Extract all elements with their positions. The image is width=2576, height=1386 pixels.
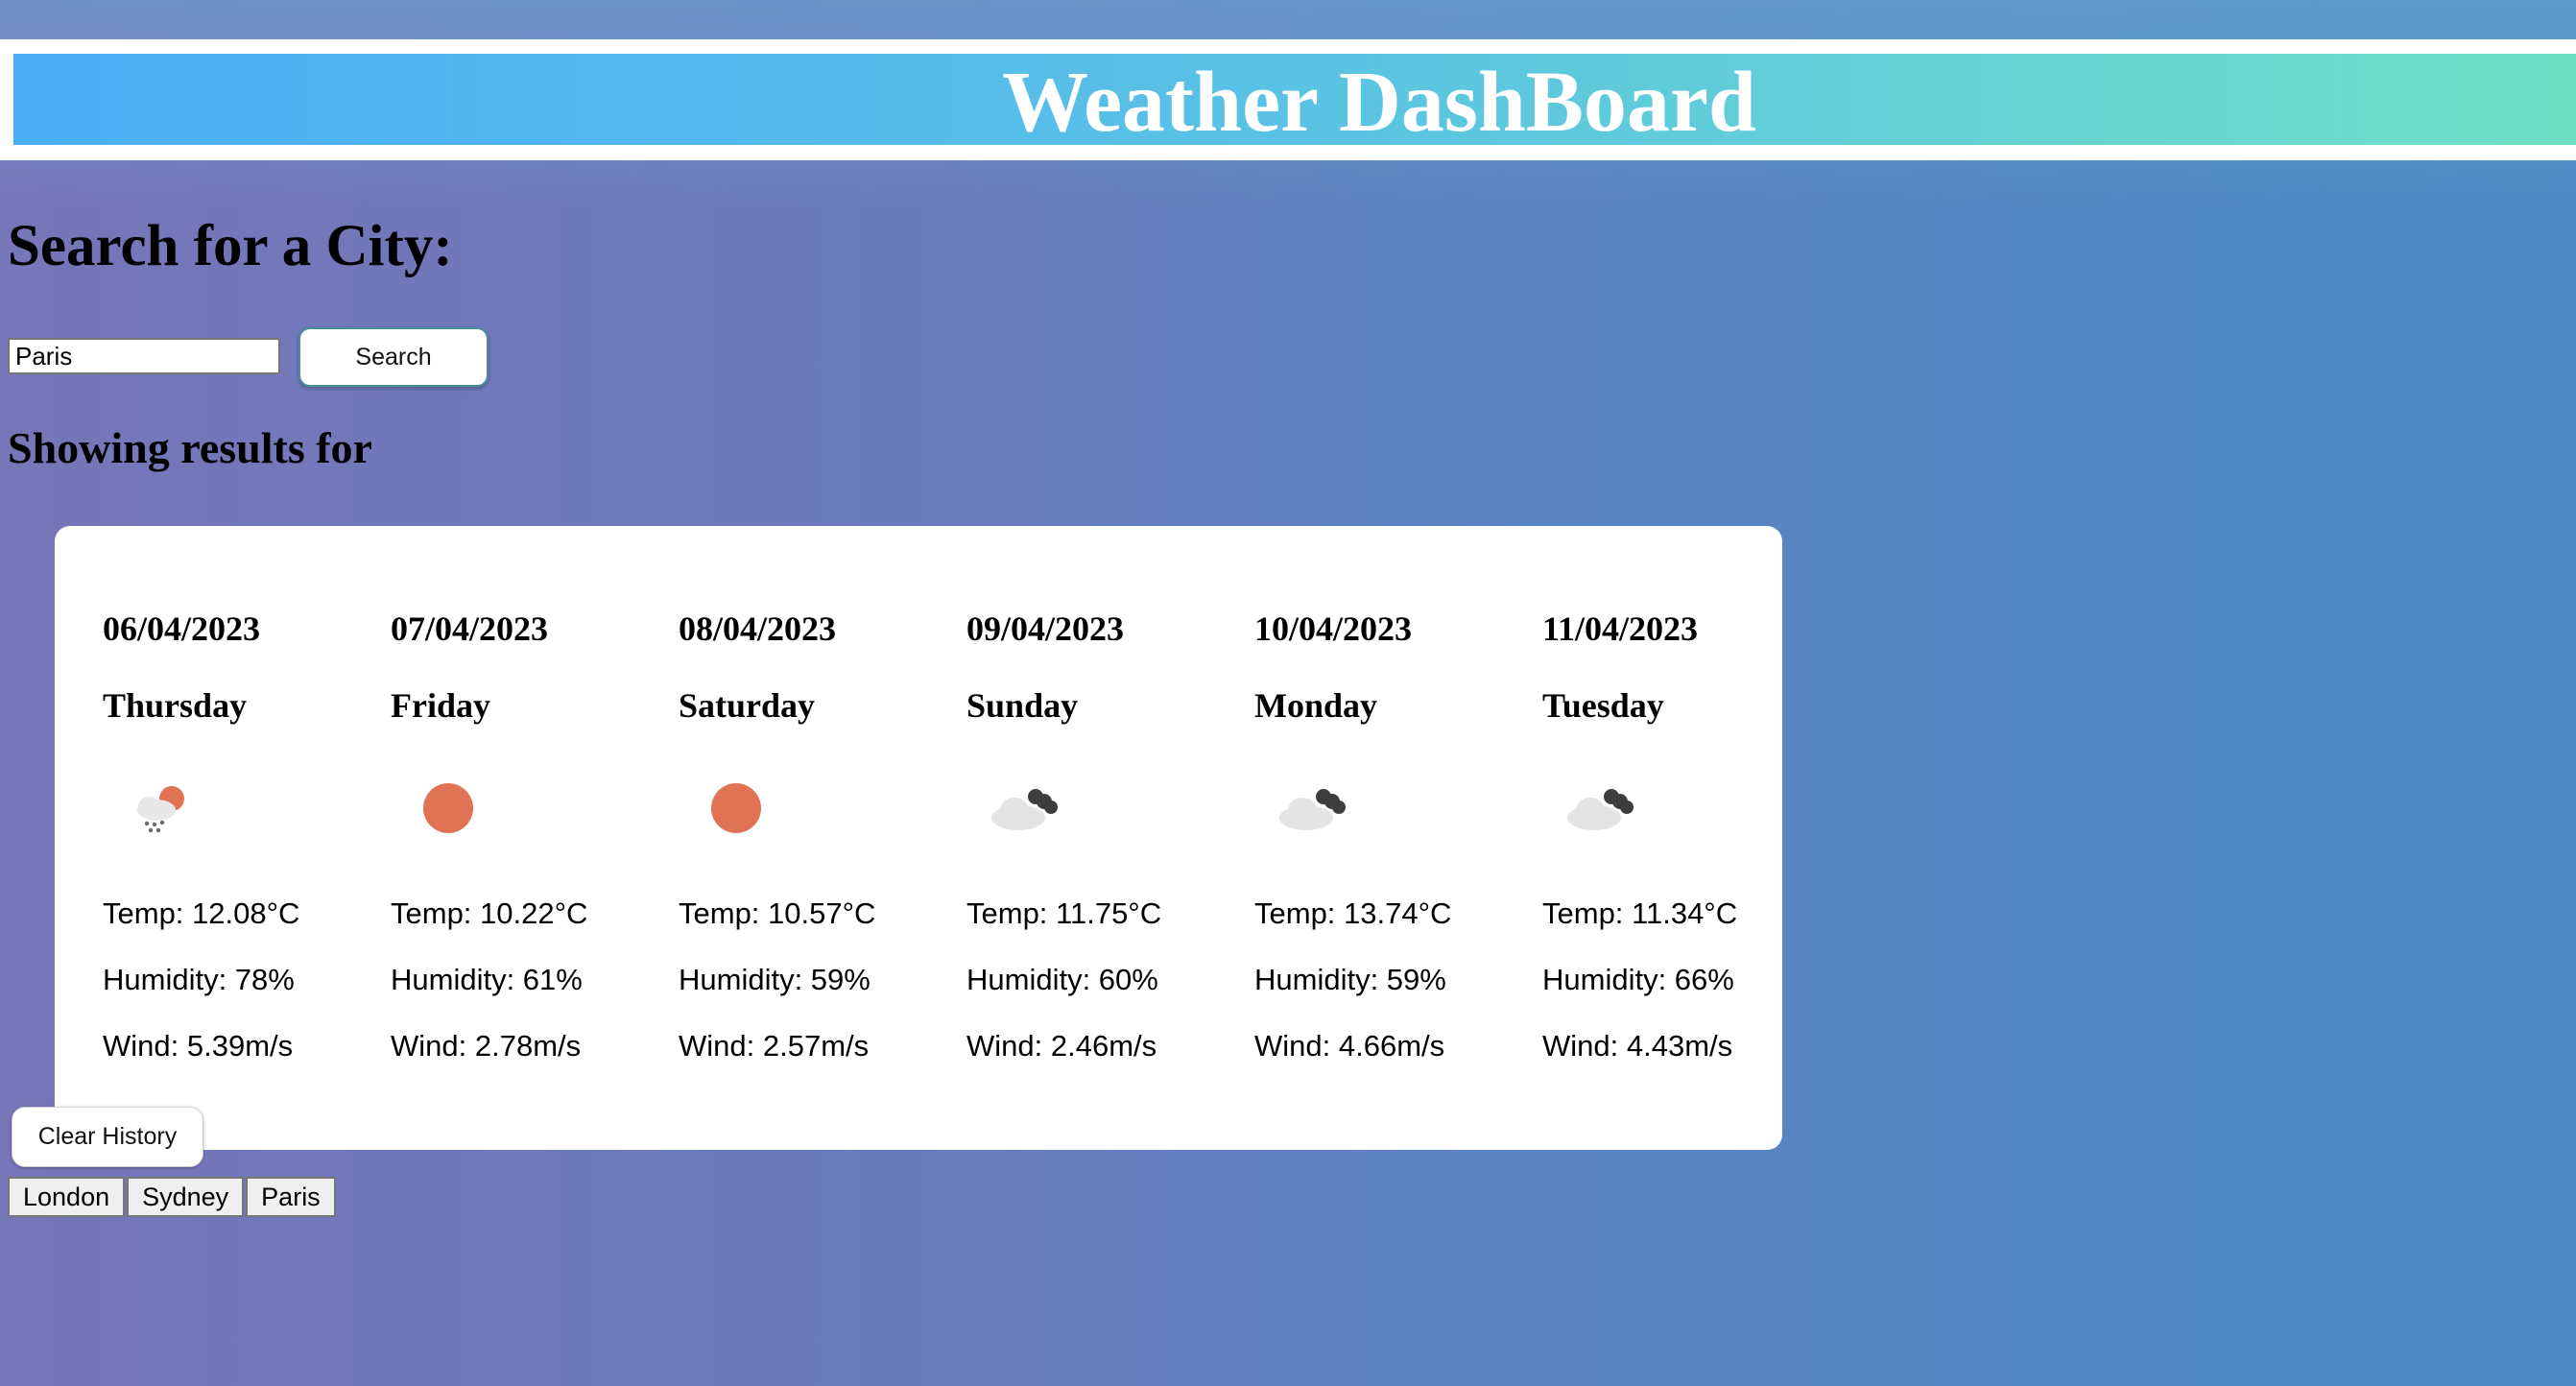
forecast-day: 11/04/2023 Tuesday Temp: 11.34°C Humidit…	[1542, 526, 1830, 1150]
rain-cloud-sun-icon	[137, 786, 184, 833]
forecast-wind: Wind: 4.66m/s	[1254, 1029, 1445, 1063]
forecast-humidity: Humidity: 61%	[391, 963, 583, 996]
forecast-humidity: Humidity: 78%	[103, 963, 295, 996]
forecast-day: 09/04/2023 Sunday Temp: 11.75°C Humidity…	[966, 526, 1254, 1150]
forecast-wind: Wind: 4.43m/s	[1542, 1029, 1733, 1063]
forecast-humidity: Humidity: 66%	[1542, 963, 1734, 996]
forecast-day: 06/04/2023 Thursday Temp: 12.08°C Humidi…	[103, 526, 391, 1150]
forecast-day: 07/04/2023 Friday Temp: 10.22°C Humidity…	[391, 526, 679, 1150]
history-city-button[interactable]: Paris	[246, 1177, 336, 1217]
forecast-wind: Wind: 2.78m/s	[391, 1029, 582, 1063]
forecast-temp: Temp: 12.08°C	[103, 896, 300, 930]
forecast-date: 06/04/2023	[103, 609, 261, 648]
forecast-wind: Wind: 2.57m/s	[679, 1029, 870, 1063]
broken-clouds-icon	[1567, 789, 1634, 830]
page-title: Weather DashBoard	[1002, 55, 1756, 150]
city-search-input[interactable]	[8, 338, 280, 374]
sun-icon	[711, 783, 761, 833]
forecast-day-name: Monday	[1254, 686, 1378, 725]
forecast-day-name: Thursday	[103, 686, 248, 725]
history-city-button[interactable]: London	[8, 1177, 126, 1217]
broken-clouds-icon	[1279, 789, 1346, 830]
results-heading: Showing results for	[8, 423, 372, 472]
forecast-day-name: Tuesday	[1542, 686, 1664, 725]
forecast-card: 06/04/2023 Thursday Temp: 12.08°C Humidi…	[55, 526, 1782, 1150]
forecast-date: 11/04/2023	[1542, 609, 1699, 648]
header-banner: Weather DashBoard	[13, 54, 2576, 148]
forecast-day-name: Friday	[391, 686, 490, 725]
forecast-temp: Temp: 11.75°C	[966, 896, 1162, 930]
forecast-temp: Temp: 10.22°C	[391, 896, 588, 930]
forecast-date: 08/04/2023	[679, 609, 837, 648]
forecast-day: 10/04/2023 Monday Temp: 13.74°C Humidity…	[1254, 526, 1542, 1150]
history-city-button[interactable]: Sydney	[127, 1177, 245, 1217]
sun-icon	[423, 783, 473, 833]
search-history: London Sydney Paris	[8, 1177, 338, 1217]
search-heading: Search for a City:	[8, 214, 453, 278]
forecast-day-name: Saturday	[679, 686, 816, 725]
forecast-date: 09/04/2023	[966, 609, 1125, 648]
forecast-day: 08/04/2023 Saturday Temp: 10.57°C Humidi…	[679, 526, 966, 1150]
forecast-date: 07/04/2023	[391, 609, 549, 648]
forecast-temp: Temp: 10.57°C	[679, 896, 876, 930]
forecast-day-name: Sunday	[966, 686, 1079, 725]
forecast-temp: Temp: 11.34°C	[1542, 896, 1738, 930]
forecast-humidity: Humidity: 59%	[679, 963, 871, 996]
clear-history-button[interactable]: Clear History	[12, 1107, 203, 1167]
forecast-humidity: Humidity: 59%	[1254, 963, 1446, 996]
forecast-humidity: Humidity: 60%	[966, 963, 1158, 996]
forecast-temp: Temp: 13.74°C	[1254, 896, 1452, 930]
forecast-date: 10/04/2023	[1254, 609, 1413, 648]
forecast-wind: Wind: 5.39m/s	[103, 1029, 294, 1063]
forecast-wind: Wind: 2.46m/s	[966, 1029, 1157, 1063]
header: Weather DashBoard	[0, 39, 2576, 160]
broken-clouds-icon	[991, 789, 1058, 830]
search-button[interactable]: Search	[298, 327, 489, 387]
